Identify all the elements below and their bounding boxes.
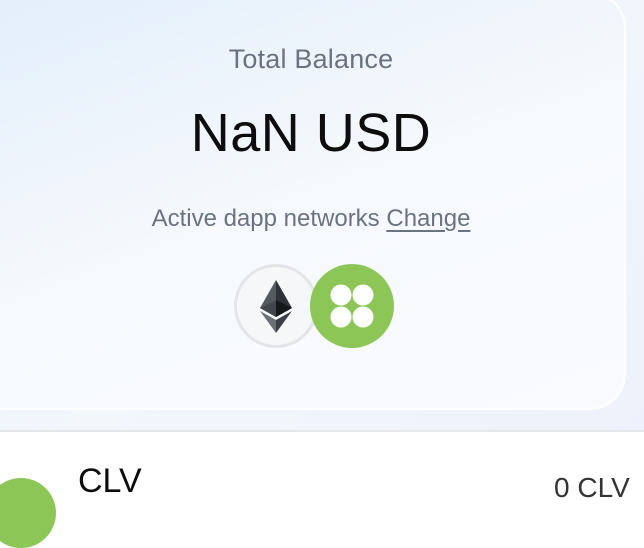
token-symbol: CLV <box>78 462 142 500</box>
clover-token-icon <box>0 478 56 548</box>
total-balance-value: NaN USD <box>190 103 432 163</box>
ethereum-icon <box>234 264 318 348</box>
total-balance-label: Total Balance <box>228 44 394 74</box>
clover-icon <box>310 264 394 348</box>
active-networks-row: Active dapp networks Change <box>0 205 622 233</box>
token-balance: 0 CLV <box>554 472 630 503</box>
active-networks-label: Active dapp networks <box>151 205 380 232</box>
change-networks-link[interactable]: Change <box>386 205 470 232</box>
